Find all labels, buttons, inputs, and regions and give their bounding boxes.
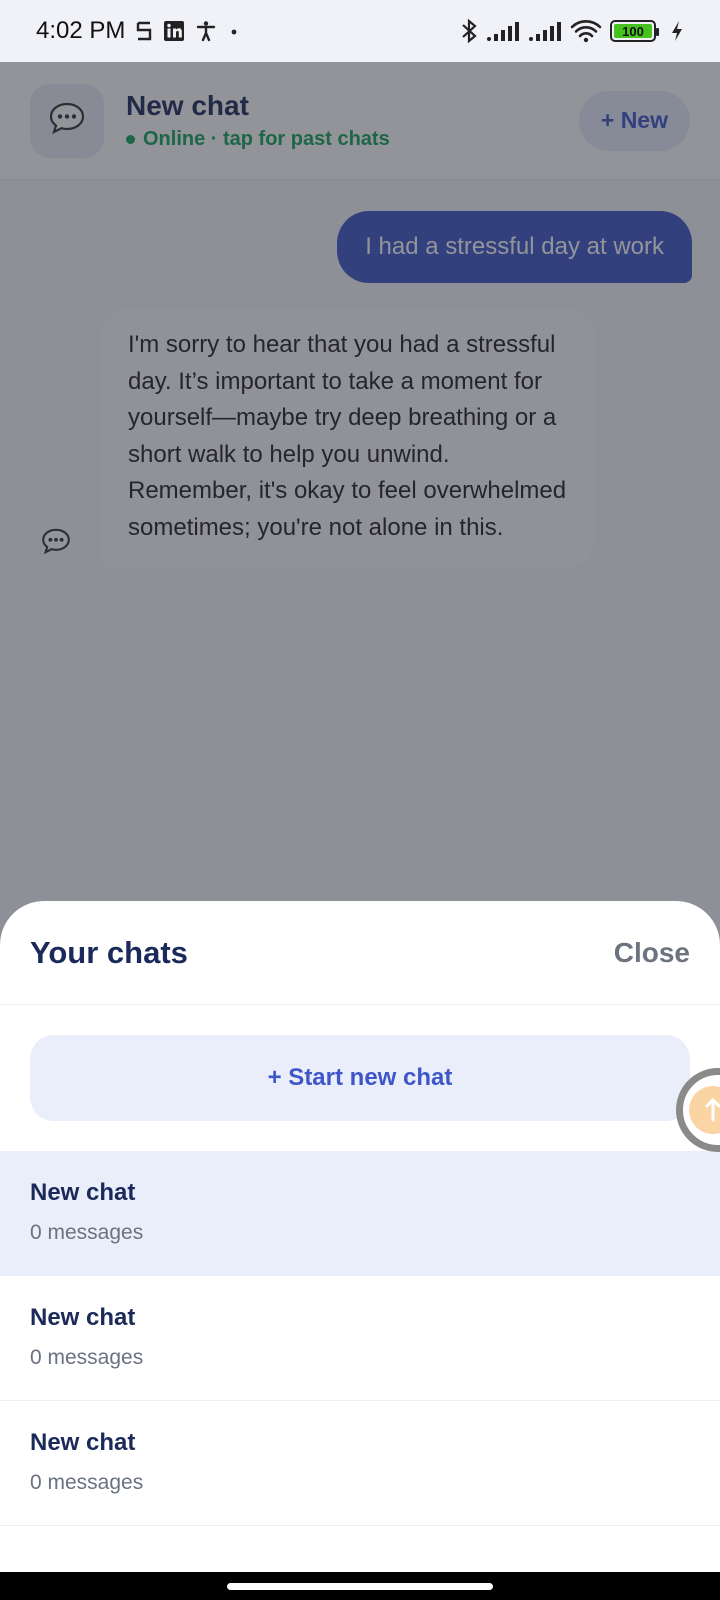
bluetooth-icon	[460, 18, 478, 44]
chat-item-count: 0 messages	[30, 1346, 144, 1369]
sim-icon	[135, 20, 153, 42]
assistant-icon	[689, 1086, 720, 1134]
dot-icon	[227, 24, 241, 38]
signal-icon	[528, 20, 562, 42]
sheet-title: Your chats	[30, 934, 188, 970]
battery-level: 100	[614, 24, 652, 39]
chats-bottom-sheet: Your chats Close + Start new chat New ch…	[0, 901, 720, 1572]
status-bar: 4:02 PM 100	[0, 0, 720, 62]
charging-icon	[670, 20, 684, 42]
chat-item-name: New chat	[30, 1304, 136, 1331]
status-time: 4:02 PM	[36, 17, 126, 44]
chat-list-item[interactable]: New chat 0 messages	[0, 1151, 720, 1276]
home-gesture-handle[interactable]	[227, 1582, 493, 1590]
linkedin-icon	[163, 20, 185, 42]
close-button[interactable]: Close	[614, 937, 690, 969]
battery-icon: 100	[610, 20, 659, 42]
accessibility-icon	[195, 20, 217, 42]
system-nav-bar	[0, 1572, 720, 1600]
chat-item-count: 0 messages	[30, 1221, 144, 1244]
sheet-header: Your chats Close	[0, 901, 720, 1005]
chat-list-item[interactable]: New chat 0 messages	[0, 1276, 720, 1401]
chat-item-name: New chat	[30, 1179, 136, 1206]
chat-list-item[interactable]: New chat 0 messages	[0, 1401, 720, 1526]
chat-item-count: 0 messages	[30, 1471, 144, 1494]
wifi-icon	[570, 19, 602, 43]
signal-icon	[486, 20, 520, 42]
start-new-chat-button[interactable]: + Start new chat	[30, 1035, 690, 1121]
chat-item-name: New chat	[30, 1429, 136, 1456]
chat-list: New chat 0 messages New chat 0 messages …	[0, 1151, 720, 1526]
screen: 4:02 PM 100 Your chats Close + Start new…	[0, 0, 720, 1600]
